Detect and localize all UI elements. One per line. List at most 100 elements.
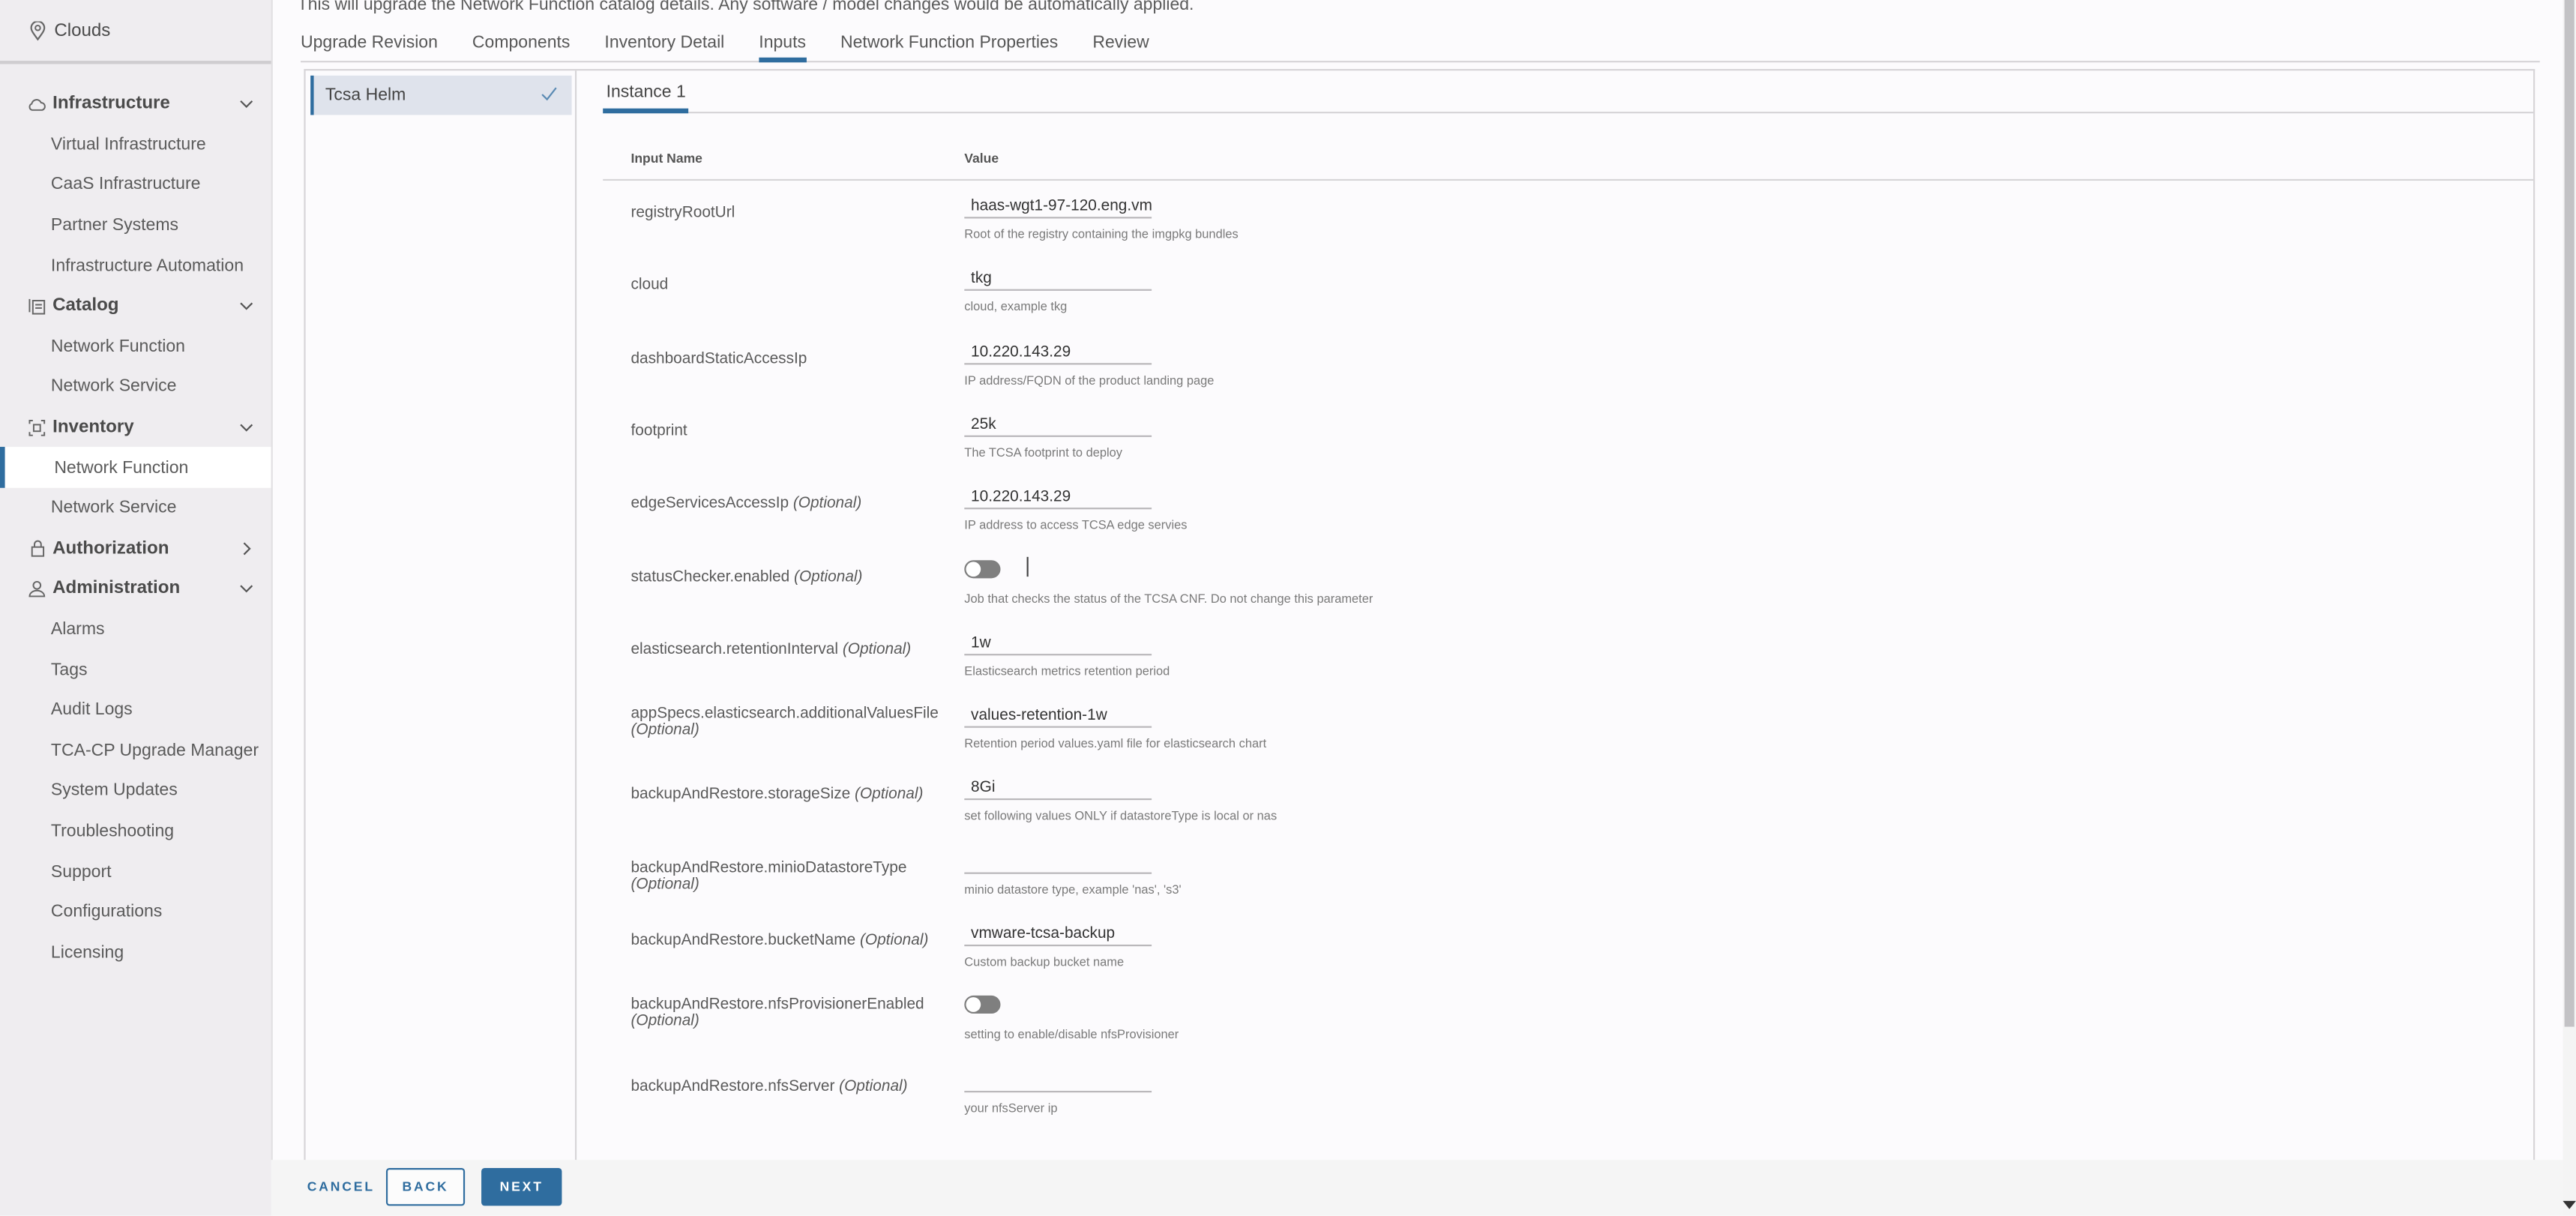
input-field-edgeservicesaccessip[interactable]: 10.220.143.29 [964, 487, 1152, 510]
input-name-label: dashboardStaticAccessIp [631, 349, 951, 367]
input-help-text: IP address to access TCSA edge servies [964, 517, 1188, 533]
sidebar-item-administration-tca-cp-upgrade-manager[interactable]: TCA-CP Upgrade Manager [0, 730, 271, 771]
input-row-registryrooturl: registryRootUrl haas-wgt1-97-120.eng.vm Ro… [603, 189, 2533, 262]
input-field-footprint[interactable]: 25k [964, 414, 1152, 437]
input-name-label: edgeServicesAccessIp (Optional) [631, 496, 951, 513]
toggle-backupandrestore-nfsprovisionerenabled[interactable] [964, 996, 1001, 1014]
sidebar-group-inventory[interactable]: Inventory [0, 407, 271, 448]
input-name-text: cloud [631, 276, 669, 295]
input-name-label: registryRootUrl [631, 205, 951, 222]
sidebar-item-administration-audit-logs[interactable]: Audit Logs [0, 690, 271, 730]
next-button[interactable]: NEXT [481, 1168, 562, 1206]
input-row-backupandrestore-storagesize: backupAndRestore.storageSize (Optional) 8… [603, 771, 2533, 844]
tab-components[interactable]: Components [472, 29, 570, 61]
input-help-text: IP address/FQDN of the product landing p… [964, 372, 1215, 388]
input-name-text: registryRootUrl [631, 203, 735, 222]
input-name-label: appSpecs.elasticsearch.additionalValuesF… [631, 705, 951, 740]
input-name-label: elasticsearch.retentionInterval (Optiona… [631, 640, 951, 659]
input-field-elasticsearch-retentioninterval[interactable]: 1w [964, 632, 1152, 655]
instance-content: Instance 1 Input Name Value registryRoot… [577, 70, 2533, 1161]
back-button[interactable]: BACK [385, 1168, 466, 1206]
input-field-appspecs-elasticsearch-additionalvaluesfile[interactable]: values-retention-1w [964, 705, 1152, 728]
tab-upgrade-revision[interactable]: Upgrade Revision [301, 29, 438, 61]
sidebar-item-infrastructure-virtual-infrastructure[interactable]: Virtual Infrastructure [0, 124, 271, 165]
input-help-text: Job that checks the status of the TCSA C… [964, 590, 1373, 606]
input-field-backupandrestore-nfsserver[interactable] [964, 1069, 1152, 1092]
input-field-backupandrestore-miniodatastoretype[interactable] [964, 850, 1152, 874]
input-help-text: The TCSA footprint to deploy [964, 445, 1123, 460]
input-name-text: backupAndRestore.minioDatastoreType [631, 858, 907, 877]
input-name-label: cloud [631, 276, 951, 295]
optional-label: (Optional) [839, 1077, 908, 1095]
input-name-label: backupAndRestore.bucketName (Optional) [631, 933, 951, 950]
sidebar-item-clouds[interactable]: Clouds [0, 0, 271, 64]
chevron-right-icon[interactable] [238, 540, 255, 556]
scrollbar-thumb[interactable] [2564, 0, 2575, 1027]
sidebar-item-inventory-network-service[interactable]: Network Service [0, 488, 271, 529]
input-name-text: elasticsearch.retentionInterval [631, 640, 839, 659]
catalog-icon [28, 297, 46, 315]
user-icon [28, 580, 46, 598]
chevron-down-icon[interactable] [238, 95, 255, 112]
input-name-label: backupAndRestore.nfsServer (Optional) [631, 1077, 951, 1095]
optional-label: (Optional) [631, 1012, 699, 1031]
sidebar-item-catalog-network-service[interactable]: Network Service [0, 367, 271, 407]
sidebar-item-catalog-network-function[interactable]: Network Function [0, 326, 271, 367]
toggle-statuschecker-enabled[interactable] [964, 559, 1001, 578]
sidebar-item-infrastructure-infrastructure-automation[interactable]: Infrastructure Automation [0, 245, 271, 286]
optional-label: (Optional) [631, 721, 699, 740]
input-field-backupandrestore-bucketname[interactable]: vmware-tcsa-backup [964, 924, 1152, 947]
lock-icon [28, 539, 46, 558]
tab-inputs[interactable]: Inputs [759, 29, 806, 63]
vertical-scrollbar[interactable] [2563, 0, 2576, 1216]
input-name-label: backupAndRestore.storageSize (Optional) [631, 786, 951, 804]
input-field-cloud[interactable]: tkg [964, 268, 1152, 292]
sidebar-item-infrastructure-caas-infrastructure[interactable]: CaaS Infrastructure [0, 165, 271, 205]
sidebar-item-administration-system-updates[interactable]: System Updates [0, 771, 271, 811]
scroll-down-arrow-icon[interactable] [2563, 1200, 2576, 1209]
inventory-icon [28, 418, 46, 436]
input-name-text: dashboardStaticAccessIp [631, 349, 807, 367]
optional-label: (Optional) [794, 568, 863, 586]
sidebar-group-authorization[interactable]: Authorization [0, 529, 271, 569]
input-help-text: Elasticsearch metrics retention period [964, 663, 1170, 678]
chevron-down-icon[interactable] [238, 418, 255, 435]
wizard-footer: CANCEL BACK NEXT [271, 1160, 2576, 1216]
input-row-cloud: cloud tkg cloud, example tkg [603, 262, 2533, 334]
sidebar: Clouds Infrastructure Virtual Infrastruct… [0, 0, 273, 1216]
sidebar-item-administration-troubleshooting[interactable]: Troubleshooting [0, 811, 271, 852]
sidebar-item-infrastructure-partner-systems[interactable]: Partner Systems [0, 205, 271, 245]
component-nav-item-tcsa-helm[interactable]: Tcsa Helm [310, 75, 572, 115]
input-name-label: backupAndRestore.minioDatastoreType (Opt… [631, 858, 951, 894]
sidebar-item-administration-alarms[interactable]: Alarms [0, 609, 271, 649]
sidebar-item-inventory-network-function[interactable]: Network Function [0, 447, 271, 488]
sidebar-group-administration[interactable]: Administration [0, 568, 271, 609]
sidebar-group-label: Catalog [52, 296, 119, 316]
input-name-text: edgeServicesAccessIp [631, 494, 789, 514]
input-field-registryrooturl[interactable]: haas-wgt1-97-120.eng.vm [964, 196, 1152, 219]
cancel-button[interactable]: CANCEL [307, 1179, 375, 1194]
sidebar-item-administration-licensing[interactable]: Licensing [0, 932, 271, 972]
input-name-text: appSpecs.elasticsearch.additionalValuesF… [631, 705, 939, 723]
chevron-down-icon[interactable] [238, 580, 255, 597]
sidebar-group-catalog[interactable]: Catalog [0, 286, 271, 326]
input-field-dashboardstaticaccessip[interactable]: 10.220.143.29 [964, 341, 1152, 364]
input-name-text: backupAndRestore.storageSize [631, 786, 851, 804]
tab-inventory-detail[interactable]: Inventory Detail [604, 29, 724, 61]
tab-network-function-properties[interactable]: Network Function Properties [840, 29, 1058, 61]
optional-label: (Optional) [792, 494, 862, 514]
sidebar-item-administration-support[interactable]: Support [0, 852, 271, 892]
sidebar-group-label: Authorization [52, 538, 169, 559]
tab-review[interactable]: Review [1092, 29, 1149, 61]
input-help-text: cloud, example tkg [964, 299, 1068, 315]
input-row-backupandrestore-miniodatastoretype: backupAndRestore.minioDatastoreType (Opt… [603, 844, 2533, 917]
sidebar-item-administration-tags[interactable]: Tags [0, 649, 271, 690]
input-help-text: your nfsServer ip [964, 1100, 1058, 1116]
tab-instance-1[interactable]: Instance 1 [603, 82, 690, 114]
optional-label: (Optional) [859, 931, 929, 950]
input-field-backupandrestore-storagesize[interactable]: 8Gi [964, 777, 1152, 801]
sidebar-group-infrastructure[interactable]: Infrastructure [0, 84, 271, 124]
chevron-down-icon[interactable] [238, 298, 255, 314]
text-cursor [1026, 556, 1029, 577]
sidebar-item-administration-configurations[interactable]: Configurations [0, 892, 271, 933]
